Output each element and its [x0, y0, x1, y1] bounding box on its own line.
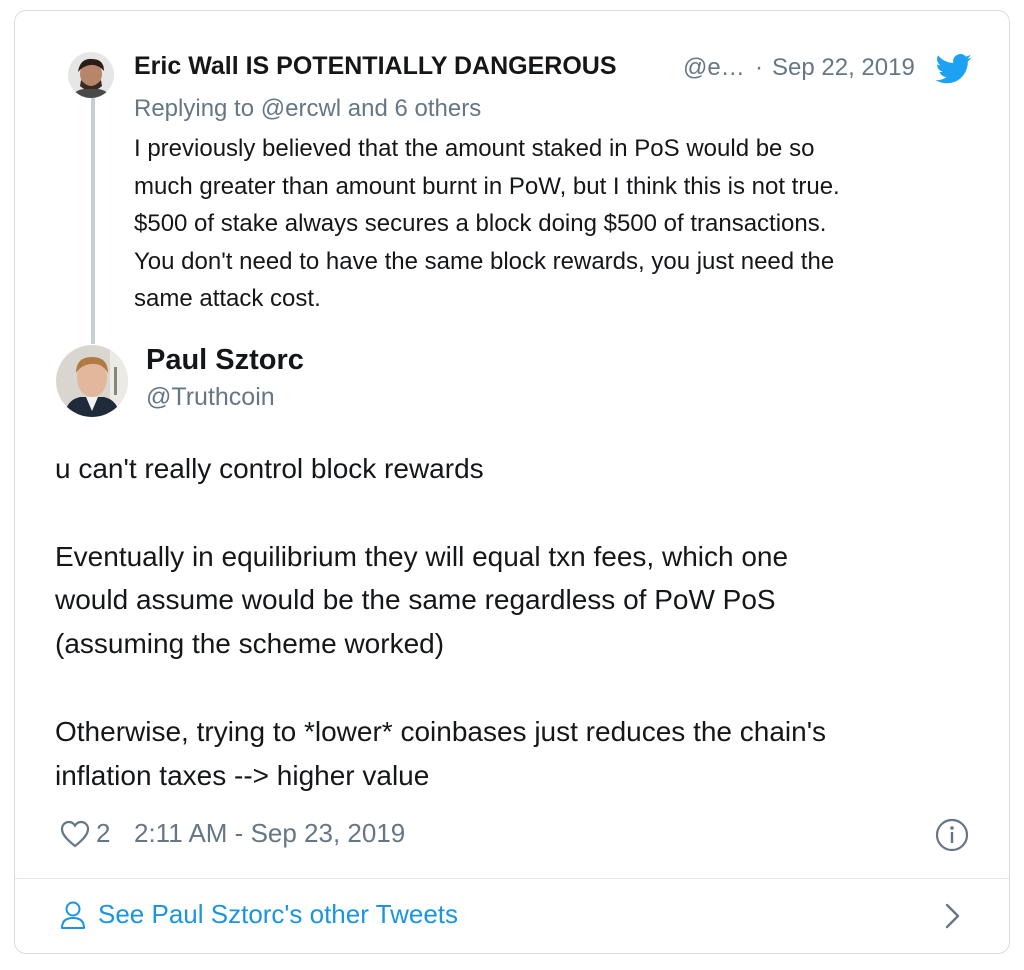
quoted-text-line: You don't need to have the same block re… [134, 247, 835, 275]
main-text-line: would assume would be the same regardles… [55, 584, 776, 616]
main-author-handle[interactable]: @Truthcoin [146, 383, 275, 412]
quoted-text-line: $500 of stake always secures a block doi… [134, 210, 827, 237]
person-icon [60, 900, 86, 930]
main-text-line [55, 491, 985, 535]
main-author-name[interactable]: Paul Sztorc [146, 344, 304, 377]
quoted-tweet-text: I previously believed that the amount st… [134, 130, 984, 318]
main-text-line: (assuming the scheme worked) [55, 628, 445, 660]
quoted-text-line: much greater than amount burnt in PoW, b… [134, 172, 840, 200]
main-tweet-text: u can't really control block rewards Eve… [55, 447, 985, 797]
eric-wall-avatar[interactable] [68, 52, 114, 98]
separator-dot: · [755, 54, 763, 81]
main-text-line: Eventually in equilibrium they will equa… [55, 540, 789, 572]
main-text-line: inflation taxes --> higher value [55, 759, 430, 791]
tweet-timestamp[interactable]: 2:11 AM - Sep 23, 2019 [134, 818, 405, 849]
chevron-right-icon[interactable] [944, 902, 962, 930]
like-count[interactable]: 2 [96, 818, 110, 849]
quoted-text-line: I previously believed that the amount st… [134, 135, 815, 162]
quoted-author-handle[interactable]: @e… [683, 54, 745, 82]
paul-sztorc-avatar[interactable] [56, 345, 128, 417]
info-icon[interactable] [935, 818, 969, 852]
thread-connector-line [91, 98, 95, 344]
replying-to-label[interactable]: Replying to @ercwl and 6 others [134, 95, 481, 123]
twitter-bird-icon[interactable] [935, 54, 972, 84]
main-text-line [55, 666, 985, 710]
main-text-line: Otherwise, trying to *lower* coinbases j… [55, 715, 827, 747]
quoted-tweet-date[interactable]: Sep 22, 2019 [772, 54, 915, 82]
quoted-text-line: same attack cost. [134, 285, 321, 312]
main-text-line: u can't really control block rewards [55, 453, 484, 484]
heart-icon[interactable] [60, 820, 90, 848]
quoted-author-name[interactable]: Eric Wall IS POTENTIALLY DANGEROUS [134, 52, 617, 81]
see-other-tweets-label[interactable]: See Paul Sztorc's other Tweets [98, 899, 458, 930]
